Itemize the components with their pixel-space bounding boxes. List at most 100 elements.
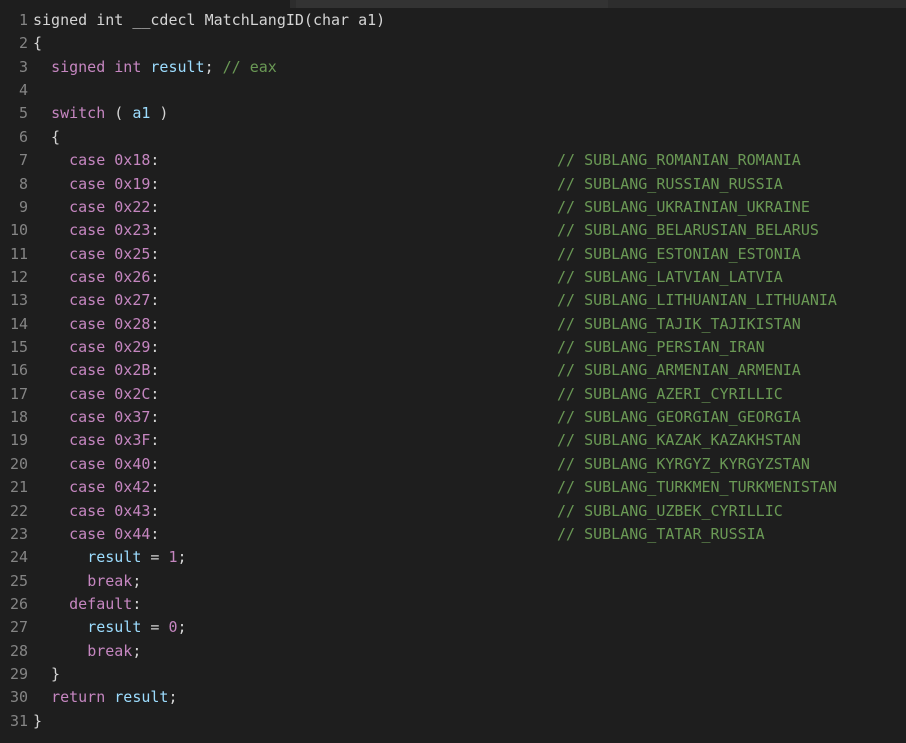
code-text: {	[33, 127, 61, 146]
code-line[interactable]: 6 {	[0, 126, 906, 149]
code-line[interactable]: 21 case 0x42: // SUBLANG_TURKMEN_TURKMENI…	[0, 476, 906, 499]
code-line[interactable]: 15 case 0x29: // SUBLANG_PERSIAN_IRAN	[0, 336, 906, 359]
code-comment: // SUBLANG_TAJIK_TAJIKISTAN	[557, 314, 801, 333]
line-number: 21	[9, 478, 28, 497]
code-line[interactable]: 20 case 0x40: // SUBLANG_KYRGYZ_KYRGYZSTA…	[0, 453, 906, 476]
code-text: return result;	[51, 688, 178, 707]
code-line[interactable]: 1 signed int __cdecl MatchLangID(char a1)	[0, 9, 906, 32]
code-text: case 0x23:	[69, 221, 160, 240]
line-number: 1	[18, 11, 28, 29]
line-number: 9	[18, 197, 28, 216]
line-number: 3	[18, 57, 28, 76]
code-comment: // SUBLANG_GEORGIAN_GEORGIA	[557, 408, 801, 427]
code-comment: // SUBLANG_ROMANIAN_ROMANIA	[557, 151, 801, 170]
line-number: 13	[9, 291, 28, 310]
line-number: 16	[9, 361, 28, 380]
code-text: case 0x42:	[69, 478, 160, 497]
code-text: case 0x3F:	[69, 431, 160, 450]
code-text: {	[33, 34, 43, 53]
code-comment: // SUBLANG_TATAR_RUSSIA	[557, 524, 765, 543]
code-text: signed int result; // eax	[51, 57, 277, 76]
code-line[interactable]: 13 case 0x27: // SUBLANG_LITHUANIAN_LITHU…	[0, 289, 906, 312]
code-comment: // SUBLANG_RUSSIAN_RUSSIA	[557, 174, 783, 193]
code-comment: // SUBLANG_LATVIAN_LATVIA	[557, 267, 783, 286]
line-number: 31	[9, 711, 28, 730]
code-line[interactable]: 4	[0, 79, 906, 102]
code-line[interactable]: 29 }	[0, 663, 906, 686]
code-line[interactable]: 26 default:	[0, 593, 906, 616]
editor-tab[interactable]	[296, 0, 608, 8]
code-text: case 0x26:	[69, 267, 160, 286]
line-number: 22	[9, 501, 28, 520]
line-number: 15	[9, 338, 28, 357]
code-line[interactable]: 28 break;	[0, 640, 906, 663]
code-text: case 0x22:	[69, 197, 160, 216]
code-comment: // SUBLANG_KAZAK_KAZAKHSTAN	[557, 431, 801, 450]
code-comment: // SUBLANG_PERSIAN_IRAN	[557, 338, 765, 357]
code-line[interactable]: 14 case 0x28: // SUBLANG_TAJIK_TAJIKISTAN	[0, 313, 906, 336]
line-number: 18	[9, 408, 28, 427]
code-comment: // SUBLANG_ESTONIAN_ESTONIA	[557, 244, 801, 263]
code-line[interactable]: 7 case 0x18: // SUBLANG_ROMANIAN_ROMANIA	[0, 149, 906, 172]
code-editor[interactable]: 1 signed int __cdecl MatchLangID(char a1)…	[0, 9, 906, 733]
editor-tab-bar	[0, 0, 906, 8]
code-comment: // SUBLANG_TURKMEN_TURKMENISTAN	[557, 478, 837, 497]
line-number: 12	[9, 267, 28, 286]
code-line[interactable]: 23 case 0x44: // SUBLANG_TATAR_RUSSIA	[0, 523, 906, 546]
line-number: 4	[18, 81, 28, 100]
code-text: case 0x29:	[69, 338, 160, 357]
line-number: 26	[9, 594, 28, 613]
line-number: 14	[9, 314, 28, 333]
code-text: signed int __cdecl MatchLangID(char a1)	[33, 11, 386, 29]
code-text: case 0x27:	[69, 291, 160, 310]
line-number: 25	[9, 571, 28, 590]
line-number: 11	[9, 244, 28, 263]
code-text: case 0x2B:	[69, 361, 160, 380]
code-comment: // SUBLANG_LITHUANIAN_LITHUANIA	[557, 291, 837, 310]
code-line[interactable]: 11 case 0x25: // SUBLANG_ESTONIAN_ESTONIA	[0, 243, 906, 266]
code-comment: // SUBLANG_UKRAINIAN_UKRAINE	[557, 197, 810, 216]
code-line[interactable]: 3 signed int result; // eax	[0, 56, 906, 79]
code-text: result = 1;	[87, 548, 187, 567]
line-number: 7	[18, 151, 28, 170]
code-text: }	[33, 711, 43, 730]
code-line[interactable]: 19 case 0x3F: // SUBLANG_KAZAK_KAZAKHSTAN	[0, 429, 906, 452]
code-line[interactable]: 25 break;	[0, 570, 906, 593]
code-line[interactable]: 27 result = 0;	[0, 616, 906, 639]
code-line[interactable]: 10 case 0x23: // SUBLANG_BELARUSIAN_BELAR…	[0, 219, 906, 242]
code-line[interactable]: 16 case 0x2B: // SUBLANG_ARMENIAN_ARMENIA	[0, 359, 906, 382]
editor-tab[interactable]	[0, 0, 290, 8]
code-line[interactable]: 12 case 0x26: // SUBLANG_LATVIAN_LATVIA	[0, 266, 906, 289]
code-text: result = 0;	[87, 618, 187, 637]
code-comment: // SUBLANG_UZBEK_CYRILLIC	[557, 501, 783, 520]
code-line[interactable]: 22 case 0x43: // SUBLANG_UZBEK_CYRILLIC	[0, 500, 906, 523]
line-number: 10	[9, 221, 28, 240]
line-number: 5	[18, 104, 28, 123]
code-line[interactable]: 9 case 0x22: // SUBLANG_UKRAINIAN_UKRAINE	[0, 196, 906, 219]
code-text: case 0x28:	[69, 314, 160, 333]
code-text: case 0x19:	[69, 174, 160, 193]
code-line[interactable]: 8 case 0x19: // SUBLANG_RUSSIAN_RUSSIA	[0, 173, 906, 196]
code-line[interactable]: 30 return result;	[0, 686, 906, 709]
code-line[interactable]: 18 case 0x37: // SUBLANG_GEORGIAN_GEORGIA	[0, 406, 906, 429]
code-text: case 0x2C:	[69, 384, 160, 403]
code-line[interactable]: 5 switch ( a1 )	[0, 102, 906, 125]
line-number: 17	[9, 384, 28, 403]
code-comment: // SUBLANG_KYRGYZ_KYRGYZSTAN	[557, 454, 810, 473]
code-comment: // SUBLANG_AZERI_CYRILLIC	[557, 384, 783, 403]
line-number: 28	[9, 641, 28, 660]
line-number: 30	[9, 688, 28, 707]
line-number: 23	[9, 524, 28, 543]
line-number: 29	[9, 665, 28, 684]
code-text: case 0x44:	[69, 524, 160, 543]
line-number: 6	[18, 127, 28, 146]
code-text: switch ( a1 )	[51, 104, 169, 123]
code-text: case 0x37:	[69, 408, 160, 427]
code-line[interactable]: 24 result = 1;	[0, 546, 906, 569]
code-line[interactable]: 17 case 0x2C: // SUBLANG_AZERI_CYRILLIC	[0, 383, 906, 406]
code-text: break;	[87, 571, 142, 590]
code-line[interactable]: 31}	[0, 710, 906, 733]
line-number: 24	[9, 548, 28, 567]
code-line[interactable]: 2{	[0, 32, 906, 55]
code-text: case 0x40:	[69, 454, 160, 473]
